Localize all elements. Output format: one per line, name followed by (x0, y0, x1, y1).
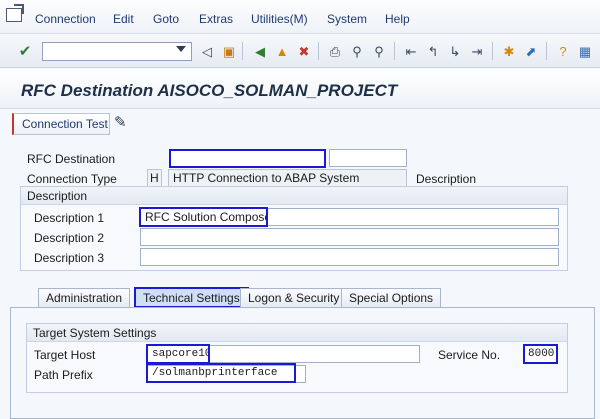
connection-test-button[interactable]: Connection Test (12, 113, 110, 135)
menu-help[interactable]: Help (385, 12, 410, 26)
cancel-icon[interactable]: ✖ (295, 42, 313, 60)
connection-type-code[interactable]: H (147, 169, 162, 187)
toolbar-separator (492, 42, 493, 60)
menu-goto[interactable]: Goto (153, 12, 179, 26)
help-icon[interactable]: ? (554, 42, 572, 60)
service-number-label: Service No. (438, 348, 501, 362)
menu-edit[interactable]: Edit (113, 12, 134, 26)
tab-special-options[interactable]: Special Options (341, 288, 442, 308)
toolbar-separator (242, 42, 243, 60)
layout-icon[interactable]: ▦ (576, 42, 594, 60)
page-title: RFC Destination AISOCO_SOLMAN_PROJECT (21, 81, 398, 100)
tab-technical-settings[interactable]: Technical Settings (134, 287, 249, 308)
toolbar-separator (546, 42, 547, 60)
menu-connection[interactable]: Connection (35, 12, 96, 26)
target-host-value[interactable]: sapcore10 (146, 344, 210, 364)
description3-label: Description 3 (34, 251, 105, 265)
description1-label: Description 1 (34, 211, 105, 225)
command-dropdown-icon[interactable] (176, 46, 186, 52)
back-nav-icon[interactable]: ◀ (251, 42, 269, 60)
pencil-icon[interactable]: ✎ (114, 114, 132, 132)
description3-field[interactable] (140, 248, 559, 266)
command-field[interactable] (42, 42, 192, 61)
save-icon[interactable]: ▣ (220, 42, 238, 60)
connection-type-label: Connection Type (27, 172, 117, 186)
back-icon[interactable]: ◁ (198, 42, 216, 60)
toolbar-separator (318, 42, 319, 60)
target-host-label: Target Host (34, 348, 96, 362)
menu-bar: Connection Edit Goto Extras Utilities(M)… (0, 0, 600, 34)
find-icon[interactable]: ⚲ (348, 42, 366, 60)
connection-type-description-label: Description (416, 172, 477, 186)
tab-administration[interactable]: Administration (38, 288, 131, 308)
first-page-icon[interactable]: ⇤ (402, 42, 420, 60)
menu-utilities[interactable]: Utilities(M) (251, 12, 308, 26)
shortcut-icon[interactable]: ⬈ (522, 42, 540, 60)
rfc-destination-field[interactable] (169, 149, 326, 168)
last-page-icon[interactable]: ⇥ (468, 42, 486, 60)
find-next-icon[interactable]: ⚲ (370, 42, 388, 60)
standard-toolbar: ✔ ◁ ▣ ◀ ▲ ✖ ⎙ ⚲ ⚲ ⇤ ↰ ↳ ⇥ ✱ ⬈ ? ▦ (0, 34, 600, 68)
toolbar-separator (394, 42, 395, 60)
exit-icon[interactable]: ▲ (273, 42, 291, 60)
rfc-destination-extra-field[interactable] (329, 149, 407, 167)
service-number-field[interactable]: 8000 (523, 344, 558, 364)
next-page-icon[interactable]: ↳ (446, 42, 464, 60)
menu-system[interactable]: System (327, 12, 367, 26)
enter-icon[interactable]: ✔ (16, 42, 34, 60)
print-icon[interactable]: ⎙ (326, 42, 344, 60)
target-system-group-title: Target System Settings (27, 324, 567, 342)
new-session-icon[interactable]: ✱ (500, 42, 518, 60)
connection-type-text: HTTP Connection to ABAP System (168, 169, 407, 187)
rfc-destination-label: RFC Destination (27, 152, 116, 166)
path-prefix-value[interactable]: /solmanbprinterface (146, 363, 296, 383)
description2-label: Description 2 (34, 231, 105, 245)
description-group-title: Description (21, 187, 567, 205)
menu-extras[interactable]: Extras (199, 12, 233, 26)
path-prefix-label: Path Prefix (34, 368, 93, 382)
tab-logon-security[interactable]: Logon & Security (240, 288, 348, 308)
system-menu-icon[interactable] (6, 8, 22, 22)
description1-value[interactable]: RFC Solution Composer (139, 207, 268, 227)
title-bar: RFC Destination AISOCO_SOLMAN_PROJECT (0, 69, 600, 109)
description2-field[interactable] (140, 228, 559, 246)
prev-page-icon[interactable]: ↰ (424, 42, 442, 60)
